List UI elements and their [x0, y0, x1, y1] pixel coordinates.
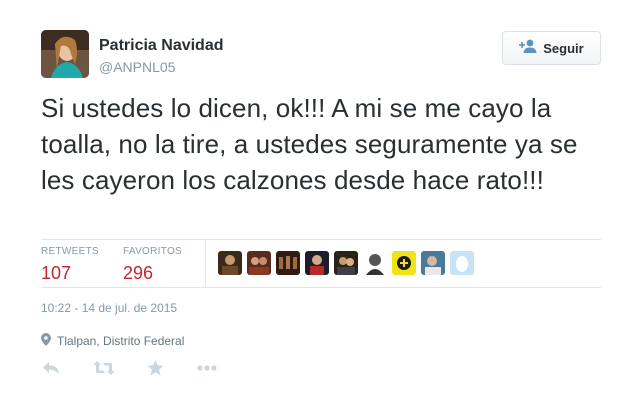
retweets-count: 107: [41, 263, 72, 283]
follow-button-label: Seguir: [543, 40, 584, 56]
favoriter-avatar[interactable]: [363, 251, 387, 275]
divider-top: [41, 239, 601, 240]
user-display-name[interactable]: Patricia Navidad: [99, 37, 224, 55]
favoriter-avatar[interactable]: [276, 251, 300, 275]
add-user-icon: [519, 39, 537, 58]
favoriter-avatar[interactable]: [247, 251, 271, 275]
favorites-stat[interactable]: FAVORITOS 296: [123, 246, 182, 284]
favorites-label: FAVORITOS: [123, 246, 183, 257]
more-icon[interactable]: [197, 360, 217, 381]
user-handle[interactable]: @ANPNL05: [99, 59, 175, 75]
divider-bottom: [41, 287, 601, 288]
retweets-stat[interactable]: RETWEETS 107: [41, 246, 99, 284]
tweet-text: Si ustedes lo dicen, ok!!! A mi se me ca…: [41, 93, 578, 195]
follow-button[interactable]: Seguir: [502, 31, 601, 65]
tweet-location[interactable]: Tlalpan, Distrito Federal: [41, 333, 184, 349]
retweet-icon[interactable]: [93, 360, 115, 381]
location-pin-icon: [41, 333, 51, 349]
favoriter-avatar[interactable]: [392, 251, 416, 275]
favoriter-avatar[interactable]: [450, 251, 474, 275]
favorites-count: 296: [123, 263, 154, 283]
favorite-icon[interactable]: [147, 360, 164, 381]
location-text: Tlalpan, Distrito Federal: [57, 334, 185, 348]
favoriters-list: [218, 251, 474, 275]
favoriter-avatar[interactable]: [334, 251, 358, 275]
favoriter-avatar[interactable]: [421, 251, 445, 275]
favoriter-avatar[interactable]: [305, 251, 329, 275]
favoriter-avatar[interactable]: [218, 251, 242, 275]
profile-avatar[interactable]: [41, 30, 89, 78]
reply-icon[interactable]: [42, 360, 60, 381]
retweets-label: RETWEETS: [41, 246, 99, 257]
tweet-timestamp[interactable]: 10:22 - 14 de jul. de 2015: [41, 301, 177, 315]
stats-separator: [205, 240, 206, 288]
